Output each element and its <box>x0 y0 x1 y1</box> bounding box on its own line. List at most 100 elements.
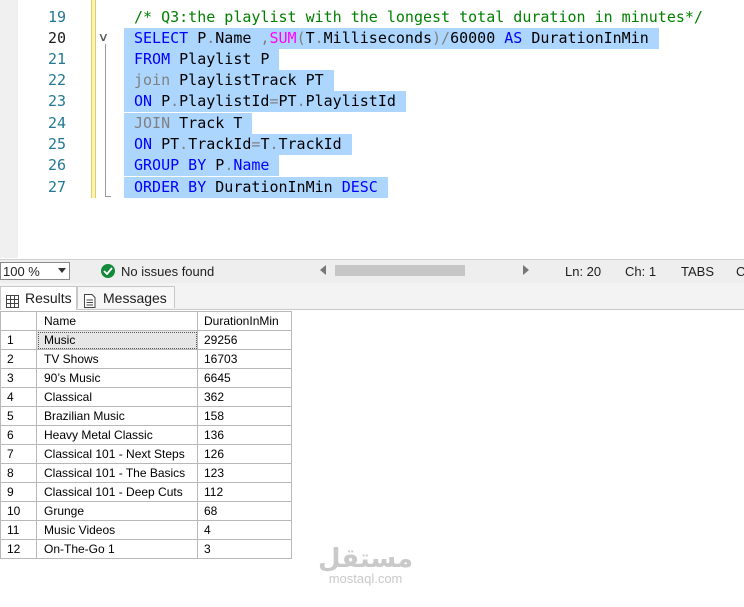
duration-cell[interactable]: 158 <box>197 406 292 426</box>
duration-cell[interactable]: 6645 <box>197 368 292 388</box>
tab-messages[interactable]: Messages <box>77 286 175 308</box>
horizontal-scrollbar-thumb[interactable] <box>335 265 465 276</box>
code-line-26: 26 GROUP BY P.Name <box>0 155 744 176</box>
char-indicator[interactable]: Ch: 1 <box>625 264 656 279</box>
issues-status[interactable]: No issues found <box>121 264 214 279</box>
name-cell[interactable]: Classical 101 - The Basics <box>36 463 198 483</box>
sql-code: ORDER BY DurationInMin DESC <box>124 177 388 198</box>
duration-cell[interactable]: 136 <box>197 425 292 445</box>
row-number-cell[interactable]: 1 <box>0 330 37 350</box>
sql-token: PlaylistTrack PT <box>179 71 324 89</box>
duration-cell[interactable]: 112 <box>197 482 292 502</box>
sql-editor[interactable]: ∨ 19 /* Q3:the playlist with the longest… <box>0 0 744 258</box>
table-row[interactable]: 1 Music 29256 <box>0 330 292 350</box>
row-number-cell[interactable]: 4 <box>0 387 37 407</box>
sql-code: SELECT P.Name ,SUM(T.Milliseconds)/60000… <box>124 28 659 49</box>
code-line-22: 22 join PlaylistTrack PT <box>0 70 744 91</box>
duration-cell[interactable]: 68 <box>197 501 292 521</box>
code-line-19: 19 /* Q3:the playlist with the longest t… <box>0 7 744 28</box>
name-cell[interactable]: 90’s Music <box>36 368 198 388</box>
row-number-cell[interactable]: 7 <box>0 444 37 464</box>
table-row[interactable]: 2 TV Shows 16703 <box>0 349 292 369</box>
name-cell[interactable]: Music Videos <box>36 520 198 540</box>
name-cell[interactable]: Classical <box>36 387 198 407</box>
sql-code: join PlaylistTrack PT <box>124 70 334 91</box>
row-number-cell[interactable]: 5 <box>0 406 37 426</box>
sql-token: . <box>179 135 189 153</box>
name-cell[interactable]: Heavy Metal Classic <box>36 425 198 445</box>
row-number-cell[interactable]: 10 <box>0 501 37 521</box>
line-indicator[interactable]: Ln: 20 <box>565 264 601 279</box>
name-cell[interactable]: Classical 101 - Next Steps <box>36 444 198 464</box>
sql-token: PT <box>161 135 180 153</box>
zoom-select[interactable]: 100 % <box>0 262 70 280</box>
sql-code: ON P.PlaylistId=PT.PlaylistId <box>124 91 406 112</box>
duration-cell[interactable]: 362 <box>197 387 292 407</box>
sql-token: ON <box>134 135 162 153</box>
row-number-cell[interactable]: 3 <box>0 368 37 388</box>
line-number: 24 <box>47 114 66 132</box>
table-row[interactable]: 9 Classical 101 - Deep Cuts 112 <box>0 482 292 502</box>
duration-cell[interactable]: 4 <box>197 520 292 540</box>
sql-token: . <box>296 92 306 110</box>
code-line-24: 24 JOIN Track T <box>0 113 744 134</box>
sql-token: . <box>224 156 234 174</box>
row-number-cell[interactable]: 9 <box>0 482 37 502</box>
row-number-cell[interactable]: 8 <box>0 463 37 483</box>
sql-token: PT <box>278 92 297 110</box>
chevron-down-icon <box>58 268 66 273</box>
sql-token: ( <box>296 29 306 47</box>
table-row[interactable]: 11 Music Videos 4 <box>0 520 292 540</box>
table-row[interactable]: 7 Classical 101 - Next Steps 126 <box>0 444 292 464</box>
duration-cell[interactable]: 16703 <box>197 349 292 369</box>
duration-cell[interactable]: 3 <box>197 539 292 559</box>
name-cell[interactable]: Music <box>36 330 198 350</box>
sql-token: = <box>269 92 279 110</box>
sql-token: P <box>197 29 207 47</box>
sql-token: JOIN <box>134 114 180 132</box>
sql-token: P <box>215 156 225 174</box>
watermark-url: mostaql.com <box>328 571 403 586</box>
table-row[interactable]: 12 On-The-Go 13 <box>0 539 292 559</box>
name-cell[interactable]: Classical 101 - Deep Cuts <box>36 482 198 502</box>
table-row[interactable]: 6 Heavy Metal Classic 136 <box>0 425 292 445</box>
sql-token: Name <box>233 156 270 174</box>
table-row[interactable]: 10 Grunge 68 <box>0 501 292 521</box>
sql-token: . <box>314 29 324 47</box>
sql-token: . <box>170 92 180 110</box>
scroll-right-arrow-icon[interactable] <box>523 265 529 275</box>
table-row[interactable]: 5 Brazilian Music 158 <box>0 406 292 426</box>
row-number-cell[interactable]: 2 <box>0 349 37 369</box>
row-number-cell[interactable]: 6 <box>0 425 37 445</box>
table-row[interactable]: 8 Classical 101 - The Basics 123 <box>0 463 292 483</box>
sql-token: DurationInMin <box>531 29 649 47</box>
column-header-name[interactable]: Name <box>36 311 198 331</box>
results-tab-strip: Results Messages <box>0 283 744 310</box>
duration-cell[interactable]: 123 <box>197 463 292 483</box>
code-line-25: 25 ON PT.TrackId=T.TrackId <box>0 134 744 155</box>
results-grid[interactable]: Name DurationInMin 1 Music 29256 2 TV Shows 1… <box>0 311 292 559</box>
name-cell[interactable]: Brazilian Music <box>36 406 198 426</box>
duration-cell[interactable]: 126 <box>197 444 292 464</box>
scroll-left-arrow-icon[interactable] <box>320 265 326 275</box>
row-number-header[interactable] <box>0 311 37 331</box>
editor-status-bar: 100 % No issues found Ln: 20 Ch: 1 TABS … <box>0 259 744 283</box>
line-ending-indicator[interactable]: C <box>736 264 744 279</box>
column-header-duration[interactable]: DurationInMin <box>197 311 292 331</box>
duration-cell[interactable]: 29256 <box>197 330 292 350</box>
table-row[interactable]: 3 90’s Music 6645 <box>0 368 292 388</box>
table-row[interactable]: 4 Classical 362 <box>0 387 292 407</box>
row-number-cell[interactable]: 11 <box>0 520 37 540</box>
tabs-indicator[interactable]: TABS <box>681 264 714 279</box>
tab-results[interactable]: Results <box>0 286 77 310</box>
sql-token: PlaylistId <box>179 92 270 110</box>
line-number: 25 <box>47 135 66 153</box>
sql-token: ON <box>134 92 162 110</box>
row-number-cell[interactable]: 12 <box>0 539 37 559</box>
name-cell[interactable]: On-The-Go 1 <box>36 539 198 559</box>
tab-results-label: Results <box>25 290 72 306</box>
name-cell[interactable]: TV Shows <box>36 349 198 369</box>
code-line-21: 21 FROM Playlist P <box>0 49 744 70</box>
line-number: 20 <box>47 29 66 47</box>
name-cell[interactable]: Grunge <box>36 501 198 521</box>
